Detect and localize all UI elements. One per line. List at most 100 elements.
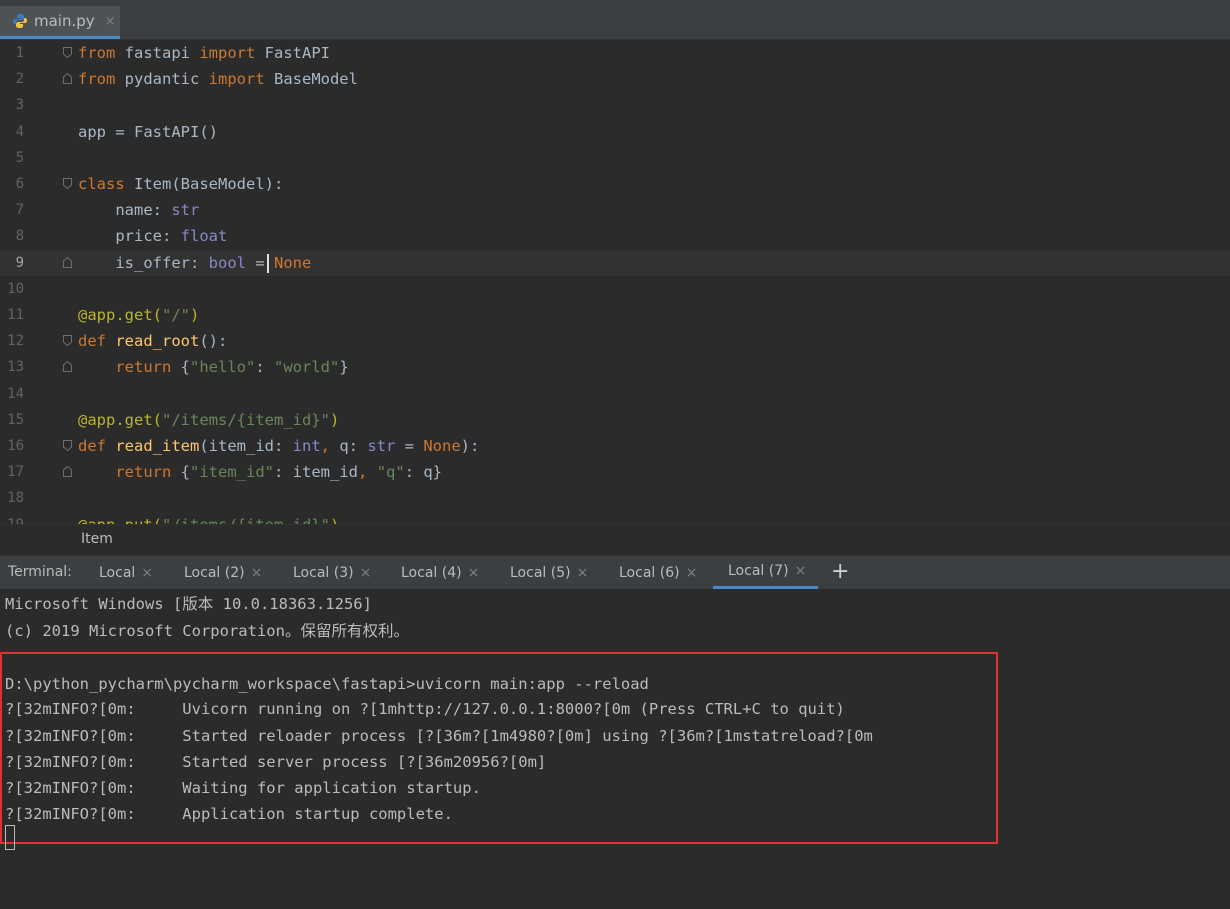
code-text: is_offer: bool = None <box>78 250 311 276</box>
code-token: fastapi <box>115 44 200 62</box>
code-token: BaseModel <box>264 70 358 89</box>
code-line[interactable]: 18 <box>0 485 1230 511</box>
code-token: read_item <box>115 437 200 455</box>
code-token: : <box>255 358 274 377</box>
code-editor[interactable]: 1 from fastapi import FastAPI 2 from pydant… <box>0 40 1230 524</box>
code-token: read_root <box>115 332 200 351</box>
terminal-tab[interactable]: Local (2) × <box>184 556 262 589</box>
code-token: from <box>78 70 116 89</box>
code-line[interactable]: 10 <box>0 276 1230 302</box>
fold-marker-icon[interactable] <box>63 335 72 347</box>
code-token: None <box>423 437 461 455</box>
terminal-tab[interactable]: Local (4) × <box>401 556 479 589</box>
terminal-line: ?[32mINFO?[0m: Started server process [?… <box>5 753 547 771</box>
fold-marker-icon[interactable] <box>63 466 72 478</box>
line-number: 15 <box>7 411 24 428</box>
code-token: } <box>339 358 349 377</box>
code-line[interactable]: 8 price: float <box>0 223 1230 249</box>
code-token: q: <box>330 437 368 455</box>
terminal-tab[interactable]: Local (7) × <box>713 556 819 589</box>
code-line[interactable]: 5 <box>0 145 1230 171</box>
line-number: 16 <box>7 438 24 454</box>
fold-marker-icon[interactable] <box>63 178 72 189</box>
terminal-tab-label: Local (3) <box>293 564 354 581</box>
code-token: float <box>180 227 228 246</box>
code-token: ) <box>329 410 340 429</box>
code-token: (item_id: <box>199 437 293 455</box>
code-token: @app.get( <box>78 306 162 324</box>
line-number: 11 <box>7 307 24 323</box>
code-text: from fastapi import FastAPI <box>78 40 330 66</box>
text-caret <box>267 253 269 273</box>
code-line[interactable]: 14 <box>0 381 1230 407</box>
code-token: , <box>358 463 368 482</box>
terminal-tab[interactable]: Local (5) × <box>510 556 588 589</box>
code-line[interactable]: 19 @app.put("/items/{item_id}") <box>0 512 1230 524</box>
fold-marker-icon[interactable] <box>63 47 72 58</box>
close-terminal-tab-icon[interactable]: × <box>468 565 480 581</box>
code-token: str <box>367 437 396 455</box>
fold-marker-icon[interactable] <box>63 73 72 85</box>
terminal-tab[interactable]: Local × <box>99 556 153 589</box>
code-line[interactable]: 9 is_offer: bool = None <box>0 249 1230 276</box>
code-token: @app.put( <box>78 516 162 524</box>
code-text: def read_root(): <box>78 328 227 354</box>
fold-marker-icon[interactable] <box>63 440 72 451</box>
code-token: = <box>395 437 424 455</box>
code-line[interactable]: 3 <box>0 92 1230 118</box>
code-line[interactable]: 17 return {"item_id": item_id, "q": q} <box>0 459 1230 485</box>
fold-marker-icon[interactable] <box>63 361 72 373</box>
code-text: from pydantic import BaseModel <box>78 66 358 92</box>
code-token: "hello" <box>190 358 256 377</box>
code-token: "world" <box>274 358 340 377</box>
code-token: int <box>292 437 321 455</box>
code-token: : q} <box>404 463 443 482</box>
close-terminal-tab-icon[interactable]: × <box>251 565 263 581</box>
terminal-line: ?[32mINFO?[0m: Waiting for application s… <box>5 779 481 797</box>
terminal-line: ?[32mINFO?[0m: Application startup compl… <box>5 805 453 823</box>
code-line[interactable]: 16 def read_item(item_id: int, q: str = N… <box>0 433 1230 459</box>
line-number: 6 <box>15 176 24 192</box>
code-line[interactable]: 7 name: str <box>0 197 1230 223</box>
code-line[interactable]: 15 @app.get("/items/{item_id}") <box>0 407 1230 433</box>
file-tab-label: main.py <box>34 12 95 30</box>
line-number: 7 <box>15 202 24 219</box>
terminal-tab[interactable]: Local (3) × <box>293 556 371 589</box>
code-text: price: float <box>78 223 227 249</box>
close-terminal-tab-icon[interactable]: × <box>141 565 153 581</box>
code-token: None <box>273 253 312 272</box>
terminal-line: D:\python_pycharm\pycharm_workspace\fast… <box>5 675 649 693</box>
code-token: is_offer: <box>78 253 209 272</box>
code-text: name: str <box>78 197 199 223</box>
code-token: price: <box>78 227 181 246</box>
code-line[interactable]: 13 return {"hello": "world"} <box>0 354 1230 380</box>
code-line[interactable]: 2 from pydantic import BaseModel <box>0 66 1230 92</box>
code-token: ): <box>460 437 480 455</box>
python-file-icon <box>13 14 27 28</box>
close-terminal-tab-icon[interactable]: × <box>577 565 589 581</box>
code-line[interactable]: 4 app = FastAPI() <box>0 119 1230 145</box>
close-terminal-tab-icon[interactable]: × <box>360 565 372 581</box>
line-number: 5 <box>15 149 24 166</box>
new-terminal-plus-icon[interactable]: + <box>831 559 849 584</box>
line-number: 3 <box>15 97 24 114</box>
line-number: 19 <box>0 512 24 524</box>
file-tab-main-py[interactable]: main.py × <box>0 6 120 39</box>
close-terminal-tab-icon[interactable]: × <box>686 565 698 581</box>
fold-marker-icon[interactable] <box>63 256 72 268</box>
code-text: @app.get("/items/{item_id}") <box>78 407 339 433</box>
close-terminal-tab-icon[interactable]: × <box>795 563 807 579</box>
terminal-tab[interactable]: Local (6) × <box>619 556 697 589</box>
line-number: 10 <box>7 280 24 297</box>
code-line[interactable]: 6 class Item(BaseModel): <box>0 171 1230 197</box>
terminal-output[interactable]: Microsoft Windows [版本 10.0.18363.1256] (c… <box>0 589 1230 909</box>
code-line[interactable]: 12 def read_root(): <box>0 328 1230 354</box>
terminal-line: (c) 2019 Microsoft Corporation。保留所有权利。 <box>5 622 409 640</box>
close-tab-icon[interactable]: × <box>105 14 116 29</box>
code-line[interactable]: 1 from fastapi import FastAPI <box>0 40 1230 66</box>
terminal-tab-label: Local (2) <box>184 564 245 581</box>
code-line[interactable]: 11 @app.get("/") <box>0 302 1230 328</box>
code-token: : item_id <box>274 463 358 482</box>
breadcrumb-item[interactable]: Item <box>81 531 113 547</box>
editor-tab-bar: main.py × <box>0 0 1230 40</box>
